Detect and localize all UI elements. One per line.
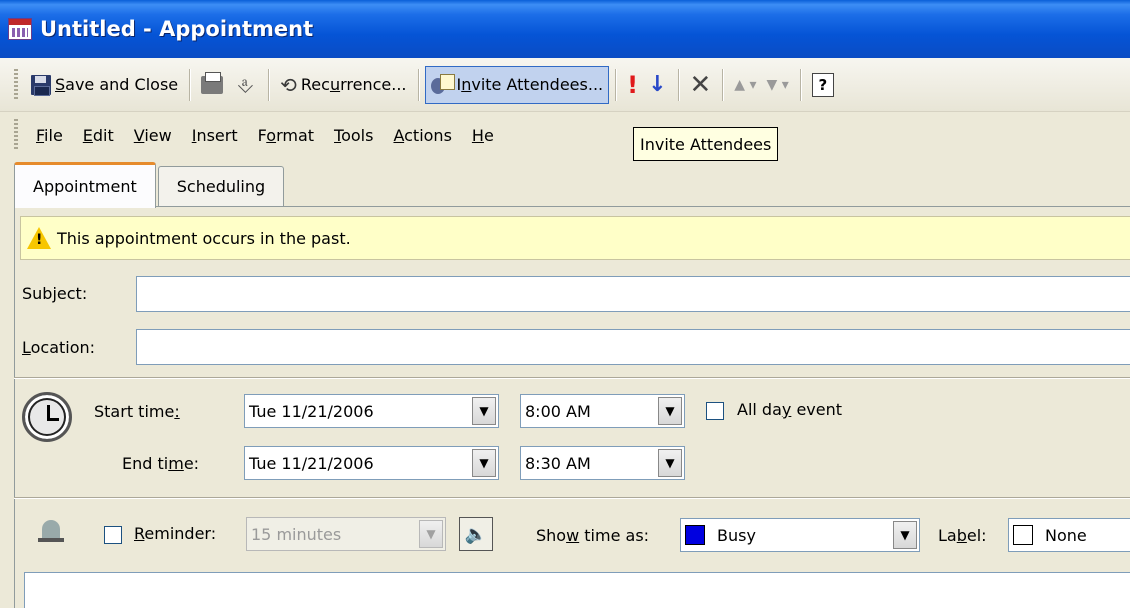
show-time-as-label: Show time as: xyxy=(536,526,650,545)
delete-x-icon: ✕ xyxy=(689,69,712,100)
down-arrow-icon: ▼ ▾ xyxy=(766,76,789,93)
start-time-combo[interactable]: 8:00 AM ▼ xyxy=(520,394,685,428)
standard-toolbar: Save and Close ⎀ ⟲ Recurrence... Invite … xyxy=(0,58,1130,112)
reminder-time-value: 15 minutes xyxy=(251,524,342,544)
reminder-time-combo[interactable]: 15 minutes ▼ xyxy=(246,517,446,551)
chevron-down-icon[interactable]: ▼ xyxy=(658,397,682,425)
end-time-label: End time: xyxy=(122,454,200,473)
floppy-disk-icon xyxy=(31,74,51,96)
location-input[interactable] xyxy=(136,329,1130,365)
show-time-as-combo[interactable]: Busy ▼ xyxy=(680,518,920,552)
menubar-grip[interactable] xyxy=(14,119,18,151)
next-item-button[interactable]: ▼ ▾ xyxy=(762,66,794,104)
reminder-sound-button[interactable]: 🔈 xyxy=(459,517,493,551)
chevron-down-icon[interactable]: ▼ xyxy=(893,521,917,549)
label-color-swatch xyxy=(1013,525,1033,545)
tab-appointment[interactable]: Appointment xyxy=(14,162,156,208)
all-day-event-checkbox[interactable] xyxy=(706,402,724,420)
toolbar-separator xyxy=(799,68,801,101)
start-date-combo[interactable]: Tue 11/21/2006 ▼ xyxy=(244,394,499,428)
show-time-as-value: Busy xyxy=(717,525,756,545)
menu-actions[interactable]: Actions xyxy=(383,126,461,145)
warning-icon xyxy=(27,227,51,249)
past-appointment-infobar: This appointment occurs in the past. xyxy=(20,216,1130,260)
toolbar-separator xyxy=(189,68,191,101)
menu-bar: File Edit View Insert Format Tools Actio… xyxy=(0,112,1130,158)
help-button[interactable]: ? xyxy=(807,66,839,104)
recurrence-icon: ⟲ xyxy=(280,72,297,97)
toolbar-separator xyxy=(615,68,617,101)
toolbar-grip[interactable] xyxy=(14,68,18,101)
print-button[interactable] xyxy=(196,66,232,104)
invite-attendees-icon xyxy=(430,73,455,96)
label-value: None xyxy=(1045,525,1087,545)
menu-format[interactable]: Format xyxy=(248,126,324,145)
previous-item-button[interactable]: ▲ ▾ xyxy=(729,66,761,104)
tab-scheduling[interactable]: Scheduling xyxy=(157,166,285,206)
chevron-down-icon[interactable]: ▼ xyxy=(658,449,682,477)
label-label: Label: xyxy=(938,526,987,545)
busy-color-swatch xyxy=(685,525,705,545)
start-time-label: Start time: xyxy=(94,402,180,421)
window-title: Untitled - Appointment xyxy=(40,17,314,41)
tooltip-invite-attendees: Invite Attendees xyxy=(633,127,779,161)
warning-text: This appointment occurs in the past. xyxy=(57,228,351,248)
speaker-icon: 🔈 xyxy=(464,523,488,545)
menu-view[interactable]: View xyxy=(124,126,182,145)
title-bar: Untitled - Appointment xyxy=(0,0,1130,58)
reminder-label: Reminder: xyxy=(134,524,217,543)
paperclip-icon: ⎀ xyxy=(237,72,254,97)
location-label: Location: xyxy=(22,338,96,357)
tab-strip: Appointment Scheduling xyxy=(14,162,285,208)
clock-icon xyxy=(22,392,72,442)
menu-edit[interactable]: Edit xyxy=(73,126,124,145)
up-arrow-icon: ▲ ▾ xyxy=(734,76,757,93)
importance-high-icon: ! xyxy=(627,70,639,99)
importance-low-button[interactable]: ↓ xyxy=(643,66,671,104)
start-time-value: 8:00 AM xyxy=(525,401,591,421)
chevron-down-icon[interactable]: ▼ xyxy=(419,520,443,548)
insert-file-button[interactable]: ⎀ xyxy=(232,66,262,104)
end-time-combo[interactable]: 8:30 AM ▼ xyxy=(520,446,685,480)
save-and-close-button[interactable]: Save and Close xyxy=(26,66,183,104)
notes-body-textarea[interactable] xyxy=(24,572,1130,608)
toolbar-separator xyxy=(677,68,679,101)
reminder-checkbox[interactable] xyxy=(104,526,122,544)
printer-icon xyxy=(201,71,224,94)
toolbar-separator xyxy=(417,68,419,101)
menu-file[interactable]: File xyxy=(26,126,73,145)
calendar-app-icon xyxy=(8,18,32,40)
menu-help[interactable]: He xyxy=(462,126,504,145)
label-combo[interactable]: None xyxy=(1008,518,1130,552)
delete-button[interactable]: ✕ xyxy=(685,66,717,104)
importance-low-icon: ↓ xyxy=(648,72,667,97)
importance-high-button[interactable]: ! xyxy=(622,66,643,104)
reminder-bell-icon xyxy=(34,514,68,550)
toolbar-separator xyxy=(268,68,270,101)
section-divider xyxy=(14,497,1130,499)
chevron-down-icon[interactable]: ▼ xyxy=(472,397,496,425)
start-date-value: Tue 11/21/2006 xyxy=(249,401,374,421)
toolbar-separator xyxy=(722,68,724,101)
menu-insert[interactable]: Insert xyxy=(182,126,248,145)
section-divider xyxy=(14,377,1130,379)
invite-attendees-button[interactable]: Invite Attendees... xyxy=(424,65,610,104)
subject-label: Subject: xyxy=(22,284,88,303)
chevron-down-icon[interactable]: ▼ xyxy=(472,449,496,477)
menu-tools[interactable]: Tools xyxy=(324,126,383,145)
end-date-combo[interactable]: Tue 11/21/2006 ▼ xyxy=(244,446,499,480)
help-icon: ? xyxy=(811,72,834,97)
all-day-event-label: All day event xyxy=(737,400,843,419)
subject-input[interactable] xyxy=(136,276,1130,312)
end-date-value: Tue 11/21/2006 xyxy=(249,453,374,473)
end-time-value: 8:30 AM xyxy=(525,453,591,473)
recurrence-button[interactable]: ⟲ Recurrence... xyxy=(275,66,411,104)
